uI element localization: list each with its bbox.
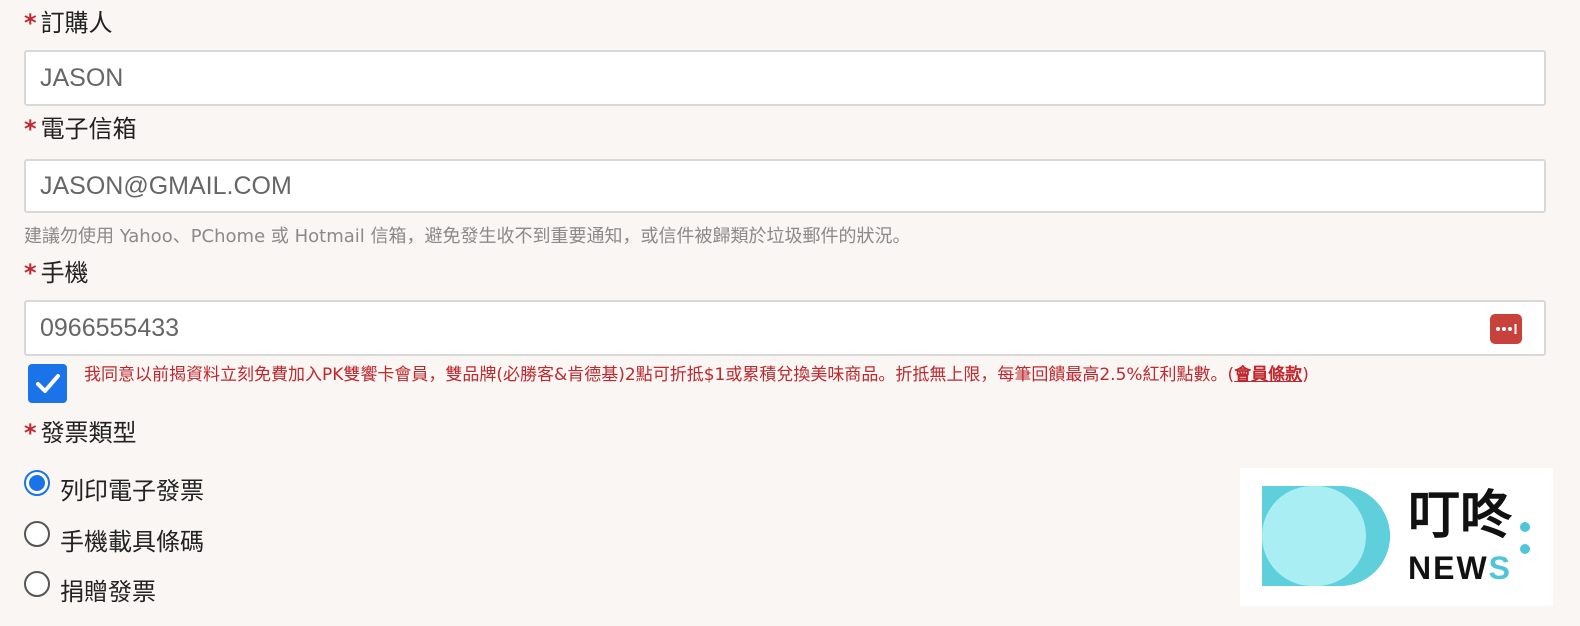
order-form: *訂購人 *電子信箱 建議勿使用 Yahoo、PChome 或 Hotmail …: [0, 0, 1580, 626]
required-mark: *: [24, 9, 37, 37]
consent-checkbox[interactable]: [28, 364, 67, 403]
checkmark-icon: [35, 373, 60, 393]
required-mark: *: [24, 419, 37, 447]
logo-en-accent: S: [1488, 550, 1512, 586]
buyer-field[interactable]: [24, 50, 1546, 106]
consent-row: 我同意以前揭資料立刻免費加入PK雙饗卡會員，雙品牌(必勝客&肯德基)2點可折抵$…: [28, 364, 1309, 403]
buyer-input[interactable]: [40, 63, 1530, 93]
radio-button[interactable]: [24, 470, 50, 496]
email-label-text: 電子信箱: [40, 115, 137, 143]
invoice-option-carrier[interactable]: 手機載具條碼: [24, 521, 204, 557]
consent-end: ): [1302, 365, 1309, 385]
logo-en-text: NEWS: [1408, 550, 1512, 586]
phone-label: * 手機: [24, 258, 89, 288]
dd-logo-icon: [1262, 486, 1390, 586]
invoice-label: * 發票類型: [24, 418, 137, 448]
consent-text: 我同意以前揭資料立刻免費加入PK雙饗卡會員，雙品牌(必勝客&肯德基)2點可折抵$…: [84, 364, 1309, 386]
radio-button[interactable]: [24, 521, 50, 547]
password-manager-icon[interactable]: [1490, 314, 1522, 344]
invoice-option-label: 列印電子發票: [60, 477, 204, 505]
phone-field[interactable]: [24, 300, 1546, 356]
invoice-option-label: 手機載具條碼: [60, 528, 204, 556]
colon-dots-icon: [1520, 522, 1530, 554]
required-mark: *: [24, 115, 37, 143]
member-terms-link[interactable]: 會員條款: [1234, 365, 1302, 385]
logo-cn-text: 叮咚: [1408, 486, 1513, 546]
buyer-label: * 訂購人: [24, 8, 113, 38]
email-hint: 建議勿使用 Yahoo、PChome 或 Hotmail 信箱，避免發生收不到重…: [24, 226, 911, 247]
radio-button[interactable]: [24, 571, 50, 597]
logo-en-main: NEW: [1408, 550, 1489, 586]
invoice-option-donate[interactable]: 捐贈發票: [24, 571, 156, 607]
buyer-label-text: 訂購人: [40, 9, 113, 37]
phone-input[interactable]: [40, 313, 1530, 343]
phone-label-text: 手機: [40, 259, 89, 287]
email-field[interactable]: [24, 159, 1546, 213]
required-mark: *: [24, 259, 37, 287]
dingdong-news-logo: 叮咚 NEWS: [1240, 468, 1553, 606]
email-input[interactable]: [40, 171, 1530, 201]
consent-body: 我同意以前揭資料立刻免費加入PK雙饗卡會員，雙品牌(必勝客&肯德基)2點可折抵$…: [84, 365, 1235, 385]
invoice-label-text: 發票類型: [40, 419, 137, 447]
invoice-option-print[interactable]: 列印電子發票: [24, 470, 204, 506]
email-label: * 電子信箱: [24, 114, 137, 144]
invoice-option-label: 捐贈發票: [60, 578, 156, 606]
